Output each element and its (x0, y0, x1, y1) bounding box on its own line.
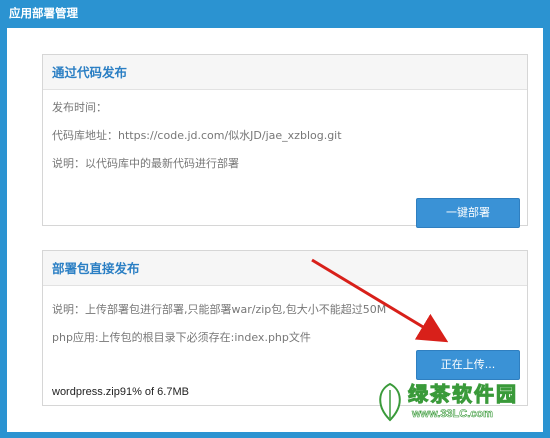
watermark-title: 绿茶软件园 (408, 382, 518, 407)
site-watermark: 绿茶软件园 www.33LC.com (372, 378, 544, 434)
watermark-url: www.33LC.com (412, 408, 493, 421)
leaf-logo-icon (379, 382, 401, 422)
red-arrow-icon (311, 258, 449, 343)
